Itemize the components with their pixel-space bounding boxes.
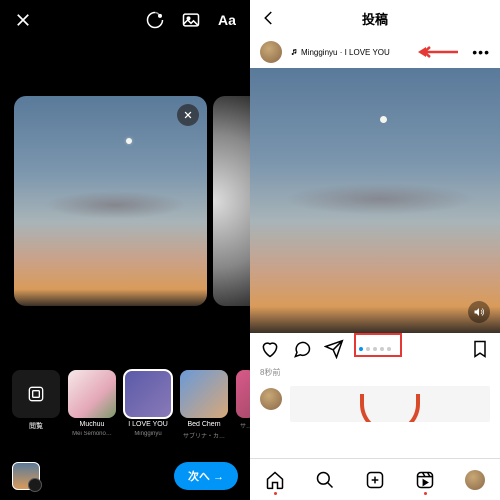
moon-graphic (126, 138, 132, 144)
callout-box (354, 333, 402, 357)
music-item-3[interactable]: サ… (236, 370, 250, 430)
post-header: Mingginyu · I LOVE YOU ••• (250, 36, 500, 68)
music-note-icon (290, 48, 298, 56)
music-item-0[interactable]: Muchuu Mei Semono… (68, 370, 116, 437)
music-item-1[interactable]: I LOVE YOU Mingginyu (124, 370, 172, 437)
main-preview[interactable] (14, 96, 207, 306)
next-post-image[interactable] (290, 386, 490, 422)
arrow-callout (418, 46, 458, 58)
share-icon[interactable] (324, 339, 344, 359)
editor-pane: Aa 閲覧 Muchuu Mei Semono… I LOVE YOU Ming… (0, 0, 250, 500)
post-actions (250, 333, 500, 365)
feed-pane: 投稿 Mingginyu · I LOVE YOU ••• 8秒前 (250, 0, 500, 500)
next-button[interactable]: 次へ → (174, 462, 238, 490)
avatar[interactable] (260, 41, 282, 63)
tab-create[interactable] (364, 469, 386, 491)
cloud-graphic (44, 191, 187, 219)
editor-footer: 次へ → (0, 452, 250, 500)
comment-icon[interactable] (292, 339, 312, 359)
avatar[interactable] (260, 388, 282, 410)
tab-reels[interactable] (414, 469, 436, 491)
next-post (250, 380, 500, 428)
loop-icon[interactable] (144, 9, 166, 31)
cloud-graphic (285, 183, 475, 215)
gallery-button[interactable] (12, 462, 40, 490)
preview-area (0, 40, 250, 362)
tab-search[interactable] (314, 469, 336, 491)
timestamp: 8秒前 (250, 365, 500, 380)
music-browse[interactable]: 閲覧 (12, 370, 60, 431)
editor-toolbar: Aa (0, 0, 250, 40)
more-icon[interactable]: ••• (472, 44, 490, 60)
back-icon[interactable] (260, 9, 278, 27)
feed-header: 投稿 (250, 0, 500, 36)
text-aa-icon[interactable]: Aa (216, 9, 238, 31)
tab-home[interactable] (264, 469, 286, 491)
music-selector: 閲覧 Muchuu Mei Semono… I LOVE YOU Minggin… (0, 362, 250, 452)
like-icon[interactable] (260, 339, 280, 359)
tab-bar (250, 458, 500, 500)
moon-graphic (380, 116, 387, 123)
song-info[interactable]: Mingginyu · I LOVE YOU (290, 48, 390, 57)
page-title: 投稿 (362, 9, 388, 28)
remove-image-button[interactable] (177, 104, 199, 126)
music-item-2[interactable]: Bed Chem サブリナ・カ… (180, 370, 228, 440)
bookmark-icon[interactable] (470, 339, 490, 359)
browse-label: 閲覧 (12, 421, 60, 431)
close-icon[interactable] (12, 9, 34, 31)
page-indicator (359, 347, 391, 351)
sound-icon[interactable] (468, 301, 490, 323)
tab-profile[interactable] (464, 469, 486, 491)
post-image[interactable] (250, 68, 500, 333)
image-icon[interactable] (180, 9, 202, 31)
secondary-preview[interactable] (213, 96, 250, 306)
